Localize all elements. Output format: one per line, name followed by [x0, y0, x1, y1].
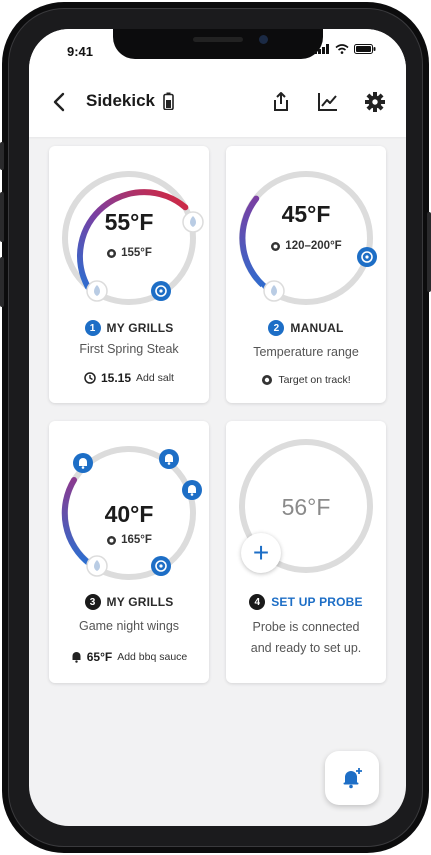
target-temperature-value: 155°F	[121, 247, 152, 259]
set-up-probe-link[interactable]: SET UP PROBE	[271, 595, 363, 609]
gear-icon[interactable]	[364, 91, 386, 113]
bell-marker-icon	[73, 453, 93, 473]
probe-card-1[interactable]: 55°F 155°F 1 MY GRILLS First Spring Stea…	[49, 146, 209, 403]
probe-status-line-2: and ready to set up.	[250, 641, 362, 655]
current-temperature: 56°F	[281, 494, 331, 520]
device-battery-icon	[163, 92, 174, 110]
alert-step: 65°F Add bbq sauce	[49, 650, 209, 664]
probe-number-badge: 2	[268, 320, 285, 336]
target-range: 120–200°F	[226, 240, 386, 252]
probe-source-label: MANUAL	[290, 321, 344, 335]
current-temperature: 55°F	[104, 209, 154, 235]
probe-icon	[271, 241, 281, 251]
target-range-value: 120–200°F	[285, 240, 342, 252]
target-temperature: 165°F	[49, 534, 209, 546]
probe-source: 2 MANUAL	[226, 320, 386, 336]
target-temperature: 155°F	[49, 247, 209, 259]
alert-note: Add bbq sauce	[117, 651, 188, 663]
temperature-gauge	[239, 171, 377, 305]
bell-marker-icon	[159, 449, 179, 469]
wifi-icon	[335, 44, 349, 54]
probe-number-badge: 4	[249, 594, 266, 610]
front-camera	[259, 35, 268, 44]
flame-marker-icon	[86, 280, 108, 302]
share-icon[interactable]	[270, 91, 292, 113]
status-note-text: Target on track!	[278, 374, 351, 386]
back-chevron-icon[interactable]	[49, 91, 71, 113]
graph-icon[interactable]	[317, 91, 339, 113]
alert-temperature: 65°F	[86, 650, 113, 664]
current-temperature: 45°F	[281, 201, 331, 227]
speaker	[193, 37, 243, 42]
timer-icon	[84, 372, 96, 384]
probe-card-2[interactable]: 45°F 120–200°F 2 MANUAL Temperature rang…	[226, 146, 386, 403]
cook-name: First Spring Steak	[79, 342, 179, 356]
probe-icon	[107, 248, 117, 258]
probe-source-label: MY GRILLS	[106, 321, 174, 335]
probe-source-label: MY GRILLS	[106, 595, 174, 609]
volume-down-button	[0, 257, 4, 307]
status-note: Target on track!	[226, 374, 386, 386]
notch	[113, 29, 323, 59]
add-probe-button[interactable]: +	[241, 533, 281, 573]
probe-status-line-1: Probe is connected	[252, 620, 360, 634]
cook-name: Temperature range	[253, 345, 359, 359]
next-step-note: Add salt	[136, 372, 174, 384]
power-button	[427, 212, 431, 292]
timer-value: 15.15	[101, 371, 132, 385]
probe-icon	[107, 535, 117, 545]
bell-marker-icon	[182, 480, 202, 500]
battery-icon	[354, 44, 376, 54]
volume-up-button	[0, 192, 4, 242]
target-temperature-value: 165°F	[121, 534, 152, 546]
mute-switch	[0, 142, 4, 170]
cook-name: Game night wings	[78, 619, 180, 633]
phone-frame: 9:41 Sidekick 55°F 155°F 1 MY GRILLS Fir…	[0, 2, 431, 853]
probe-card-4[interactable]: 56°F + 4 SET UP PROBE Probe is connected…	[226, 421, 386, 683]
next-step: 15.15 Add salt	[49, 371, 209, 385]
probe-source[interactable]: 4 SET UP PROBE	[226, 594, 386, 610]
system-status-icons	[314, 44, 376, 54]
flame-marker-icon	[86, 555, 108, 577]
add-alert-button[interactable]	[325, 751, 379, 805]
probe-marker-icon	[151, 281, 171, 301]
plus-icon: +	[252, 537, 270, 568]
probe-marker-icon	[151, 556, 171, 576]
probe-number-badge: 3	[84, 594, 101, 610]
signal-icon	[314, 44, 329, 54]
flame-marker-icon	[263, 280, 285, 302]
current-temperature: 40°F	[104, 501, 154, 527]
app-screen: 9:41 Sidekick 55°F 155°F 1 MY GRILLS Fir…	[29, 29, 406, 826]
probe-icon	[262, 375, 273, 385]
page-title-group: Sidekick	[86, 91, 174, 111]
page-title: Sidekick	[86, 91, 155, 110]
bell-icon	[72, 652, 81, 663]
status-time: 9:41	[67, 44, 94, 59]
probe-card-3[interactable]: 40°F 165°F 3 MY GRILLS Game night wings …	[49, 421, 209, 683]
bell-plus-icon	[343, 768, 362, 789]
probe-number-badge: 1	[84, 320, 101, 336]
probe-source: 1 MY GRILLS	[49, 320, 209, 336]
probe-source: 3 MY GRILLS	[49, 594, 209, 610]
